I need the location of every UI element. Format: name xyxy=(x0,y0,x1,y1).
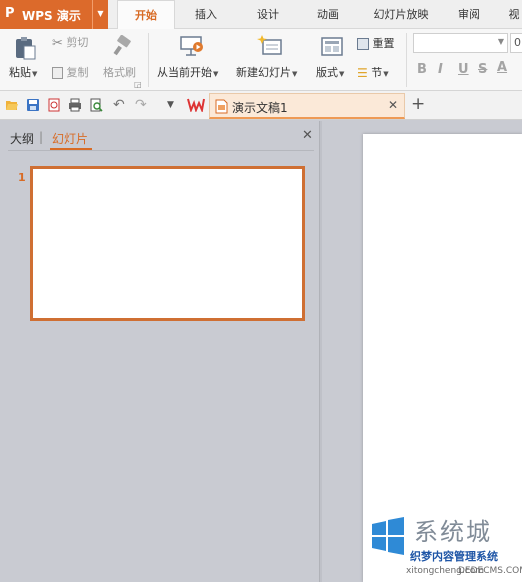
chevron-down-icon[interactable]: ▼ xyxy=(498,37,504,46)
section-icon: ☰ xyxy=(357,66,368,80)
pane-divider xyxy=(8,150,314,151)
from-current-label: 从当前开始 xyxy=(157,66,212,79)
slideshow-from-current-icon[interactable] xyxy=(179,34,205,58)
font-name-combobox[interactable]: ▼ xyxy=(413,33,508,53)
slide-thumbnail[interactable] xyxy=(30,166,305,321)
tab-slideshow[interactable]: 幻灯片放映 xyxy=(363,0,439,29)
app-menu-button[interactable]: P WPS 演示 ▼ xyxy=(0,0,108,29)
open-icon[interactable] xyxy=(5,98,19,112)
undo-icon[interactable]: ↶ xyxy=(113,98,127,112)
watermark-brand: 系统城 xyxy=(414,518,492,546)
copy-button[interactable]: 复制 xyxy=(52,64,89,80)
reset-icon xyxy=(357,38,369,50)
tab-animation[interactable]: 动画 xyxy=(307,0,349,29)
watermark: 系统城 织梦内容管理系统 xitongcheng.com DEDECMS.COM xyxy=(366,508,522,582)
new-slide-button[interactable]: 新建幻灯片▼ xyxy=(236,64,297,80)
section-button[interactable]: ☰ 节▼ xyxy=(357,64,389,80)
ribbon-separator xyxy=(148,33,149,87)
quick-access-toolbar: ↶ ↷ ▼ 演示文稿1 ✕ + xyxy=(0,91,522,120)
font-size-combobox[interactable]: 0 xyxy=(510,33,522,53)
customize-dropdown-icon[interactable]: ▼ xyxy=(167,98,181,112)
strikethrough-button[interactable]: S xyxy=(478,62,487,77)
close-icon[interactable]: ✕ xyxy=(388,98,398,112)
paste-label: 粘贴 xyxy=(9,66,31,79)
pane-tab-divider: | xyxy=(39,130,44,144)
slides-pane-header: 大纲 | 幻灯片 ✕ xyxy=(0,121,318,152)
section-label: 节 xyxy=(371,66,383,79)
tab-insert[interactable]: 插入 xyxy=(185,0,227,29)
layout-button[interactable]: 版式▼ xyxy=(316,64,344,80)
layout-label: 版式 xyxy=(316,66,338,79)
italic-button[interactable]: I xyxy=(438,62,443,77)
underline-button[interactable]: U xyxy=(458,62,469,77)
format-painter-icon[interactable] xyxy=(112,35,134,57)
tab-design[interactable]: 设计 xyxy=(247,0,289,29)
bold-button[interactable]: B xyxy=(417,62,427,77)
tab-home[interactable]: 开始 xyxy=(117,0,175,30)
paste-button[interactable]: 粘贴▼ xyxy=(9,64,37,80)
close-icon[interactable]: ✕ xyxy=(302,128,313,143)
chevron-down-icon[interactable]: ▼ xyxy=(92,0,108,29)
reset-label: 重置 xyxy=(372,37,395,50)
from-current-button[interactable]: 从当前开始▼ xyxy=(157,64,218,80)
document-tab-title: 演示文稿1 xyxy=(232,101,288,115)
print-preview-icon[interactable] xyxy=(89,98,103,112)
copy-icon xyxy=(52,67,63,79)
slides-pane: 大纲 | 幻灯片 ✕ 1 xyxy=(0,121,318,582)
watermark-text: 织梦内容管理系统 xyxy=(410,550,498,563)
windows-logo-icon xyxy=(372,517,404,555)
export-pdf-icon[interactable] xyxy=(47,98,61,112)
ribbon: 粘贴▼ ✂ 剪切 复制 格式刷 ◲ 从当前开始▼ 新建幻灯片▼ 版式▼ 重置 ☰… xyxy=(0,29,522,91)
reset-button[interactable]: 重置 xyxy=(357,35,395,51)
font-color-button[interactable]: A xyxy=(497,60,507,75)
clipboard-dialog-launcher-icon[interactable]: ◲ xyxy=(134,80,142,89)
document-icon xyxy=(215,99,228,117)
wps-logo-icon: P xyxy=(5,6,15,21)
document-tab[interactable]: 演示文稿1 ✕ xyxy=(209,93,405,119)
cut-button[interactable]: ✂ 剪切 xyxy=(52,34,88,51)
redo-icon[interactable]: ↷ xyxy=(135,98,149,112)
new-tab-icon[interactable]: + xyxy=(411,94,425,114)
title-bar: P WPS 演示 ▼ 开始 插入 设计 动画 幻灯片放映 审阅 视 xyxy=(0,0,522,30)
tab-view[interactable]: 视 xyxy=(506,0,522,29)
watermark-url-2: DEDECMS.COM xyxy=(458,566,522,576)
format-painter-button[interactable]: 格式刷 xyxy=(103,64,136,80)
slide-number: 1 xyxy=(18,171,26,184)
layout-icon[interactable] xyxy=(321,37,343,57)
new-slide-icon[interactable] xyxy=(257,34,283,58)
save-icon[interactable] xyxy=(26,98,40,112)
copy-label: 复制 xyxy=(66,66,89,79)
tab-slides[interactable]: 幻灯片 xyxy=(52,130,88,147)
paste-icon[interactable] xyxy=(12,35,38,61)
tab-outline[interactable]: 大纲 xyxy=(10,130,34,147)
ribbon-separator xyxy=(406,33,407,87)
tab-review[interactable]: 审阅 xyxy=(449,0,489,29)
scissors-icon: ✂ xyxy=(52,35,63,51)
wps-home-icon[interactable] xyxy=(187,97,205,114)
print-icon[interactable] xyxy=(68,98,82,112)
app-name: WPS 演示 xyxy=(22,9,81,23)
new-slide-label: 新建幻灯片 xyxy=(236,66,291,79)
cut-label: 剪切 xyxy=(66,36,89,49)
